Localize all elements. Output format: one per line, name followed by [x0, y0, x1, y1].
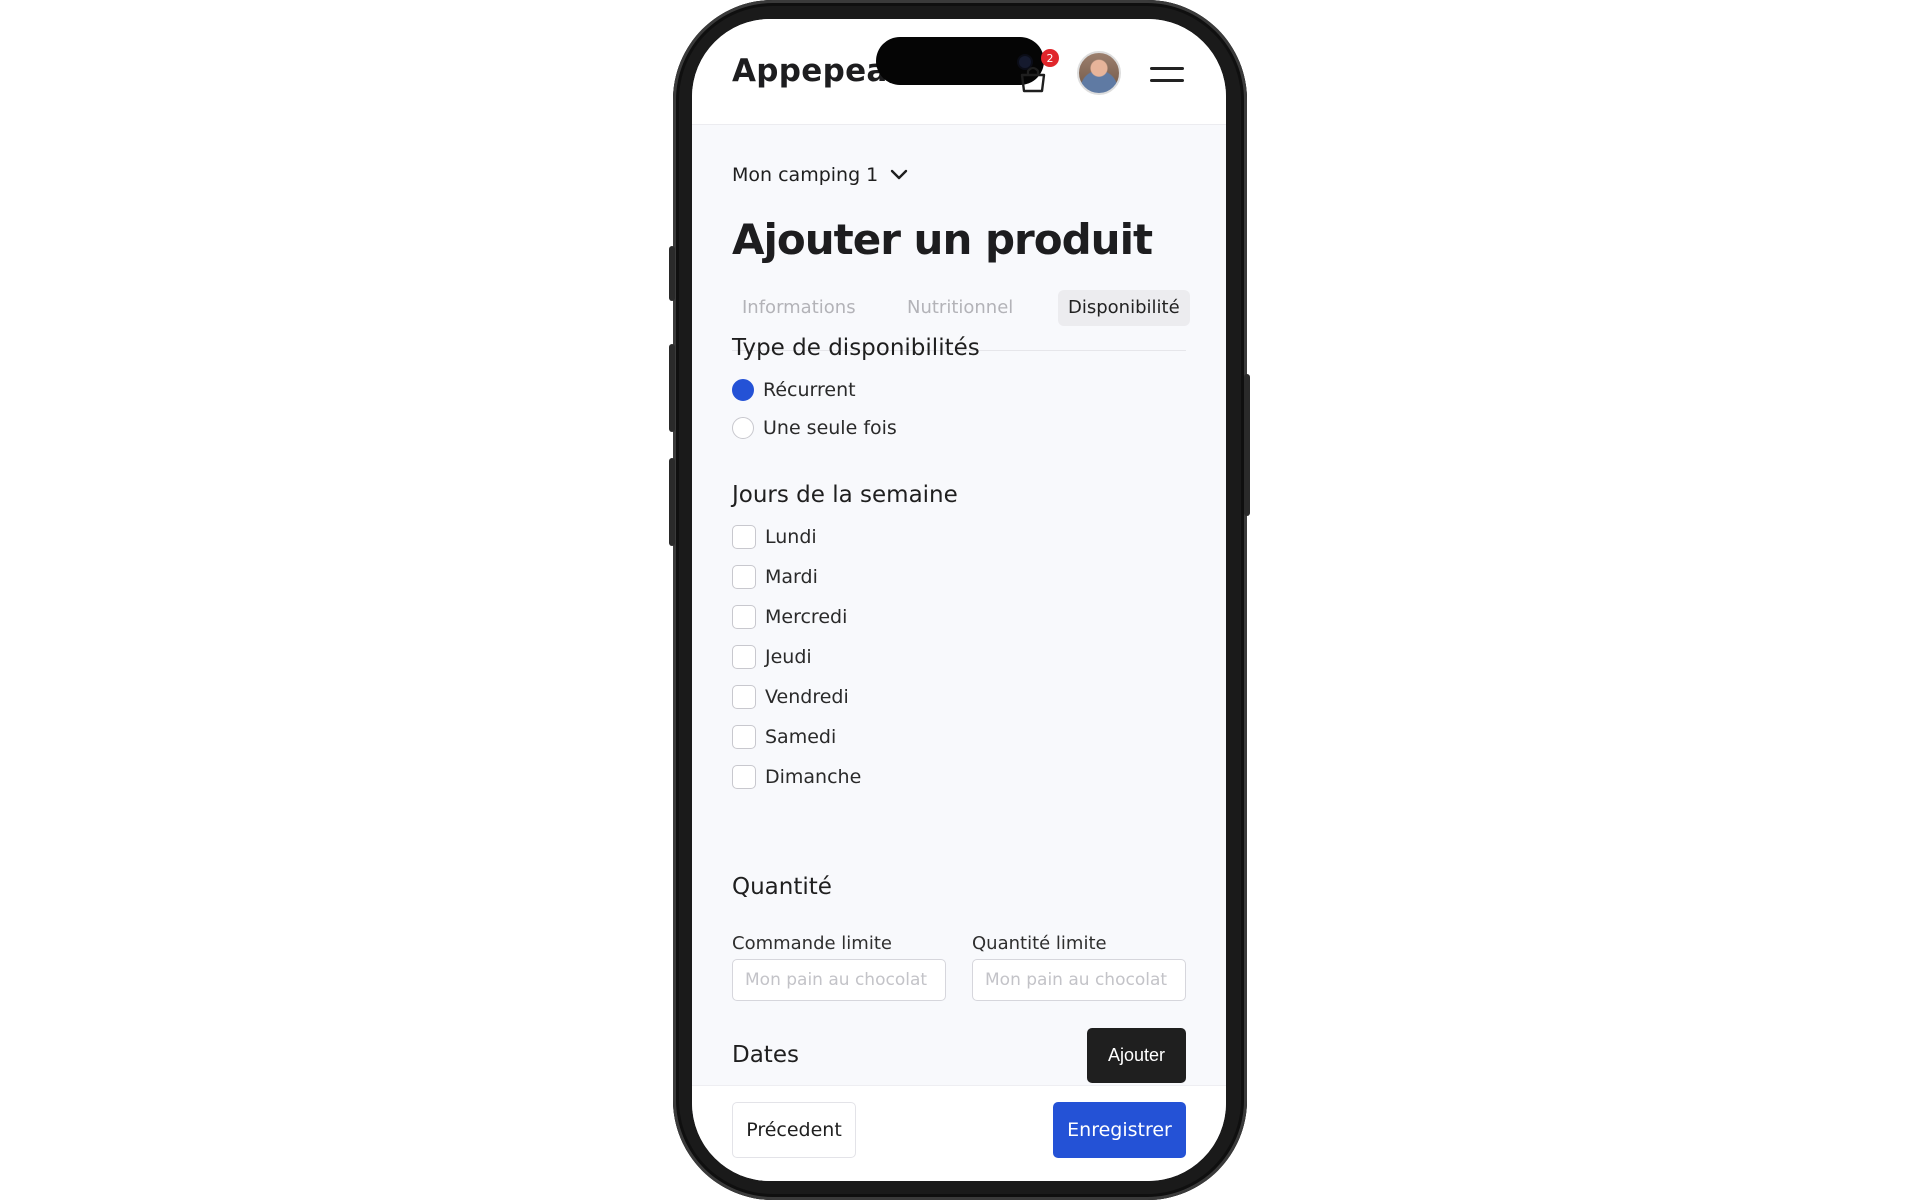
- radio-one-time[interactable]: Une seule fois: [732, 417, 897, 439]
- cart-count-badge: 2: [1041, 49, 1059, 67]
- radio-recurrent[interactable]: Récurrent: [732, 379, 856, 401]
- checkbox[interactable]: [732, 565, 756, 589]
- app-logo[interactable]: Appepea: [732, 53, 888, 89]
- checkbox[interactable]: [732, 725, 756, 749]
- checkbox-label: Jeudi: [765, 646, 812, 668]
- checkbox-samedi[interactable]: Samedi: [732, 725, 836, 749]
- order-limit-label: Commande limite: [732, 933, 892, 954]
- chevron-down-icon: [891, 169, 908, 180]
- add-date-button[interactable]: Ajouter: [1087, 1028, 1186, 1083]
- checkbox-mardi[interactable]: Mardi: [732, 565, 818, 589]
- dates-heading: Dates: [732, 1042, 799, 1068]
- radio-button-selected[interactable]: [732, 379, 754, 401]
- checkbox-label: Samedi: [765, 726, 837, 748]
- checkbox[interactable]: [732, 645, 756, 669]
- app-header: Appepea 2: [692, 19, 1226, 125]
- availability-type-heading: Type de disponibilités: [732, 335, 980, 361]
- hamburger-menu-icon[interactable]: [1150, 65, 1186, 85]
- checkbox[interactable]: [732, 685, 756, 709]
- phone-volume-up-button: [669, 344, 675, 432]
- checkbox-lundi[interactable]: Lundi: [732, 525, 817, 549]
- tab-nutritionnel[interactable]: Nutritionnel: [897, 290, 1023, 326]
- radio-button[interactable]: [732, 417, 754, 439]
- checkbox-label: Mercredi: [765, 606, 848, 628]
- quantity-limit-input[interactable]: [972, 959, 1186, 1001]
- checkbox-label: Lundi: [765, 526, 817, 548]
- radio-label: Une seule fois: [763, 417, 897, 439]
- checkbox[interactable]: [732, 605, 756, 629]
- quantity-heading: Quantité: [732, 874, 832, 900]
- phone-power-button: [1244, 374, 1250, 516]
- tab-bar: Informations Nutritionnel Disponibilité: [732, 290, 1190, 326]
- checkbox[interactable]: [732, 525, 756, 549]
- save-button[interactable]: Enregistrer: [1053, 1102, 1186, 1158]
- weekdays-heading: Jours de la semaine: [732, 482, 958, 508]
- shopping-bag-icon[interactable]: [1016, 61, 1050, 95]
- radio-label: Récurrent: [763, 379, 856, 401]
- checkbox-dimanche[interactable]: Dimanche: [732, 765, 861, 789]
- checkbox-jeudi[interactable]: Jeudi: [732, 645, 812, 669]
- checkbox-label: Dimanche: [765, 766, 862, 788]
- checkbox[interactable]: [732, 765, 756, 789]
- checkbox-mercredi[interactable]: Mercredi: [732, 605, 847, 629]
- camping-selector[interactable]: Mon camping 1: [732, 164, 908, 186]
- quantity-limit-label: Quantité limite: [972, 933, 1107, 954]
- checkbox-label: Vendredi: [765, 686, 849, 708]
- user-avatar[interactable]: [1077, 51, 1121, 95]
- checkbox-vendredi[interactable]: Vendredi: [732, 685, 849, 709]
- page-title: Ajouter un produit: [732, 215, 1153, 264]
- checkbox-label: Mardi: [765, 566, 818, 588]
- phone-volume-down-button: [669, 458, 675, 546]
- previous-button[interactable]: Précedent: [732, 1102, 856, 1158]
- tab-disponibilite[interactable]: Disponibilité: [1058, 290, 1190, 326]
- camping-selector-label: Mon camping 1: [732, 164, 879, 186]
- tab-informations[interactable]: Informations: [732, 290, 866, 326]
- phone-action-button: [669, 246, 675, 301]
- phone-screen: Appepea 2 Mon camping 1 Ajouter un produ…: [692, 19, 1226, 1181]
- bottom-action-bar: Précedent Enregistrer: [692, 1085, 1226, 1181]
- order-limit-input[interactable]: [732, 959, 946, 1001]
